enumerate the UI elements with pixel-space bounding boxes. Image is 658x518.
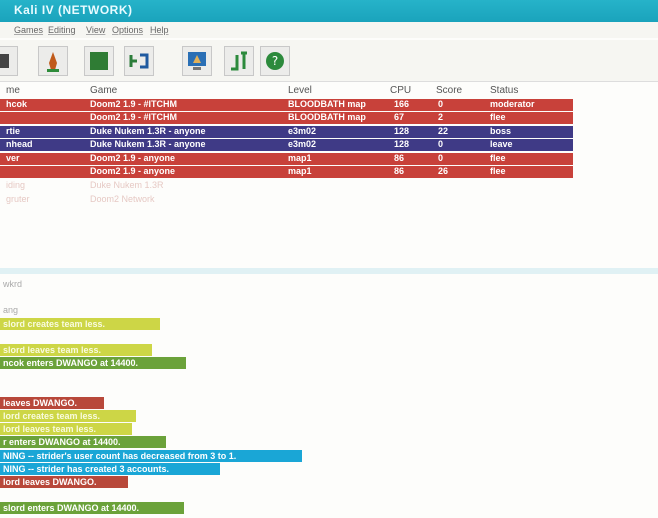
log-line: lord creates team less. [0,410,136,422]
log-line: r enters DWANGO at 14400. [0,436,166,449]
cell-status: flee [490,112,506,122]
menu-bar: Games Editing View Options Help [0,22,658,38]
app-window: Kali IV (NETWORK) Games Editing View Opt… [0,0,658,518]
cell-cpu: 67 [394,112,405,122]
cell-level: BLOODBATH map [288,112,366,122]
cell-name: nhead [6,139,33,149]
menu-options[interactable]: Options [112,25,143,35]
cell-game: Doom2 1.9 - anyone [90,153,176,163]
cell-level: e3m02 [288,139,317,149]
cell-cpu: 128 [394,126,410,136]
cell-status: boss [490,126,512,136]
table-row[interactable]: gruter Doom2 Network [0,194,658,206]
help-icon: ? [266,52,284,70]
cell-level: BLOODBATH map [288,99,366,109]
log-line: slord leaves team less. [0,344,152,356]
col-score-header[interactable]: Score [436,85,462,96]
green-panel-button[interactable] [84,46,114,76]
cell-game: Doom2 1.9 - anyone [90,166,176,176]
cell-score: 0 [438,139,444,149]
col-cpu-header[interactable]: CPU [390,85,411,96]
log-line: slord creates team less. [0,317,160,330]
title-bar: Kali IV (NETWORK) [0,0,658,22]
join-icon [231,51,247,71]
log-line: wkrd [3,279,23,289]
table-header: me Game Level CPU Score Status [0,84,658,98]
cell-score: 2 [438,112,444,122]
monitor-icon [188,52,206,70]
cell-score: 0 [438,99,444,109]
cell-name: ver [6,153,20,163]
menu-view[interactable]: View [86,25,105,35]
table-row[interactable]: Doom2 1.9 - #ITCHM BLOODBATH map 67 2 flee [0,112,573,124]
cell-name: hcok [6,99,28,109]
cell-game: Doom2 1.9 - #ITCHM [90,112,178,122]
table-row[interactable]: nhead Duke Nukem 1.3R - anyone e3m02 128 0 le… [0,139,573,151]
col-level-header[interactable]: Level [288,85,312,96]
log-line: NING -- strider has created 3 accounts. [0,462,220,475]
log-line: NING -- strider's user count has decreas… [0,449,302,462]
log-line: leaves DWANGO. [0,396,104,409]
col-game-header[interactable]: Game [90,85,117,96]
table-row[interactable]: Doom2 1.9 - anyone map1 86 26 flee [0,166,573,178]
cell-game: Duke Nukem 1.3R - anyone [90,139,206,149]
connect-button[interactable] [124,46,154,76]
log-line: ncok enters DWANGO at 14400. [0,357,186,370]
cell-level: map1 [288,153,312,163]
cell-status: flee [490,166,506,176]
cell-cpu: 86 [394,153,405,163]
toolbar: ? [0,40,658,82]
cell-cpu: 128 [394,139,410,149]
cell-level: e3m02 [288,126,317,136]
log-line: slord enters DWANGO at 14400. [0,502,184,515]
monitor-button[interactable] [182,46,212,76]
log-line: ang [3,305,19,316]
cell-name: rtie [6,126,21,136]
cell-score: 26 [438,166,449,176]
cell-cpu: 86 [394,166,405,176]
player-icon [47,52,59,72]
cell-level: map1 [288,166,312,176]
col-name-header[interactable]: me [6,85,20,96]
cell-score: 22 [438,126,449,136]
table-row[interactable]: rtie Duke Nukem 1.3R - anyone e3m02 128 22 bo… [0,126,573,138]
help-button[interactable]: ? [260,46,290,76]
cell-score: 0 [438,153,444,163]
doom-button[interactable] [0,46,18,76]
cell-status: moderator [490,99,535,109]
cell-game: Duke Nukem 1.3R - anyone [90,126,206,136]
cell-game: Duke Nukem 1.3R [90,180,164,190]
col-status-header[interactable]: Status [490,85,518,96]
join-button[interactable] [224,46,254,76]
doom-icon [0,54,9,68]
green-panel-icon [90,52,108,70]
cell-game: Doom2 1.9 - #ITCHM [90,99,178,109]
menu-games[interactable]: Games [14,25,43,35]
cell-name: gruter [6,194,30,204]
table-row[interactable]: ver Doom2 1.9 - anyone map1 86 0 flee [0,153,573,165]
log-line: lord leaves DWANGO. [0,476,128,488]
cell-status: flee [490,153,506,163]
cell-game: Doom2 Network [90,194,155,204]
menu-help[interactable]: Help [150,25,169,35]
cell-status: leave [490,139,513,149]
window-title: Kali IV (NETWORK) [14,3,133,17]
pane-divider[interactable] [0,268,658,274]
table-row[interactable]: hcok Doom2 1.9 - #ITCHM BLOODBATH map 166 0 m… [0,99,573,111]
cell-name: iding [6,180,26,190]
svg-text:?: ? [272,54,278,68]
log-line: lord leaves team less. [0,423,132,436]
connect-icon [129,53,149,69]
menu-editing[interactable]: Editing [48,25,76,35]
table-row[interactable]: iding Duke Nukem 1.3R [0,180,658,192]
player-button[interactable] [38,46,68,76]
cell-cpu: 166 [394,99,410,109]
